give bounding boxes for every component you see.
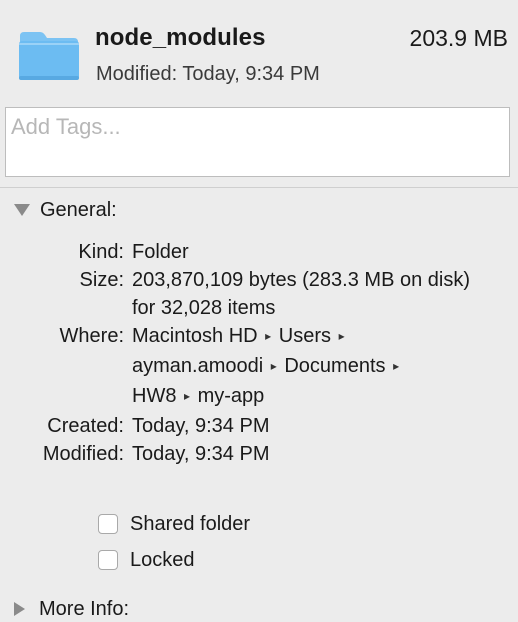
total-size: 203.9 MB: [409, 25, 508, 51]
created-value: Today, 9:34 PM: [132, 415, 270, 437]
path-segment: Documents: [284, 355, 386, 377]
size-value: 203,870,109 bytes (283.3 MB on disk) for…: [132, 269, 470, 319]
path-segment: Macintosh HD: [132, 325, 258, 347]
shared-folder-label[interactable]: Shared folder: [130, 513, 250, 536]
info-row-kind: Kind: Folder: [0, 238, 518, 266]
path-segment: ayman.amoodi: [132, 355, 264, 377]
modified-label: Modified:: [42, 443, 124, 465]
folder-icon: [19, 32, 79, 80]
info-header: node_modules 203.9 MB Modified: Today, 9…: [0, 0, 518, 98]
path-separator-icon: ▸: [184, 389, 191, 403]
path-separator-icon: ▸: [270, 359, 277, 373]
kind-label: Kind:: [78, 241, 124, 263]
modified-summary: Modified: Today, 9:34 PM: [96, 63, 320, 85]
modified-value: Today, 9:34 PM: [132, 443, 270, 465]
section-divider: [0, 187, 518, 188]
path-separator-icon: ▸: [393, 359, 400, 373]
locked-option[interactable]: Locked: [98, 546, 195, 574]
path-segment: HW8: [132, 385, 177, 407]
path-segment: my-app: [197, 385, 265, 407]
more-info-label: More Info:: [39, 597, 130, 620]
info-row-where: Where: Macintosh HD ▸ Users ▸ ayman.amoo…: [0, 322, 518, 412]
more-info-section-toggle[interactable]: More Info:: [14, 596, 129, 622]
size-label: Size:: [79, 269, 124, 291]
tags-field[interactable]: [5, 107, 510, 177]
general-section-toggle[interactable]: General:: [14, 197, 117, 223]
path-segment: Users: [278, 325, 331, 347]
where-label: Where:: [59, 325, 124, 347]
general-info-table: Kind: Folder Size: 203,870,109 bytes (28…: [0, 238, 518, 468]
shared-folder-option[interactable]: Shared folder: [98, 510, 250, 538]
info-row-created: Created: Today, 9:34 PM: [0, 412, 518, 440]
general-section-label: General:: [40, 198, 117, 221]
locked-label[interactable]: Locked: [130, 549, 195, 572]
path-separator-icon: ▸: [338, 329, 345, 343]
where-value: Macintosh HD ▸ Users ▸ ayman.amoodi ▸ Do…: [132, 322, 482, 412]
info-row-size: Size: 203,870,109 bytes (283.3 MB on dis…: [0, 266, 518, 322]
info-row-modified: Modified: Today, 9:34 PM: [0, 440, 518, 468]
created-label: Created:: [47, 415, 124, 437]
file-name: node_modules: [95, 24, 266, 51]
disclosure-triangle-expanded-icon[interactable]: [14, 204, 30, 216]
path-separator-icon: ▸: [265, 329, 272, 343]
locked-checkbox[interactable]: [98, 550, 118, 570]
shared-folder-checkbox[interactable]: [98, 514, 118, 534]
kind-value: Folder: [132, 241, 189, 263]
tags-input[interactable]: [11, 114, 491, 140]
disclosure-triangle-collapsed-icon[interactable]: [14, 602, 25, 616]
